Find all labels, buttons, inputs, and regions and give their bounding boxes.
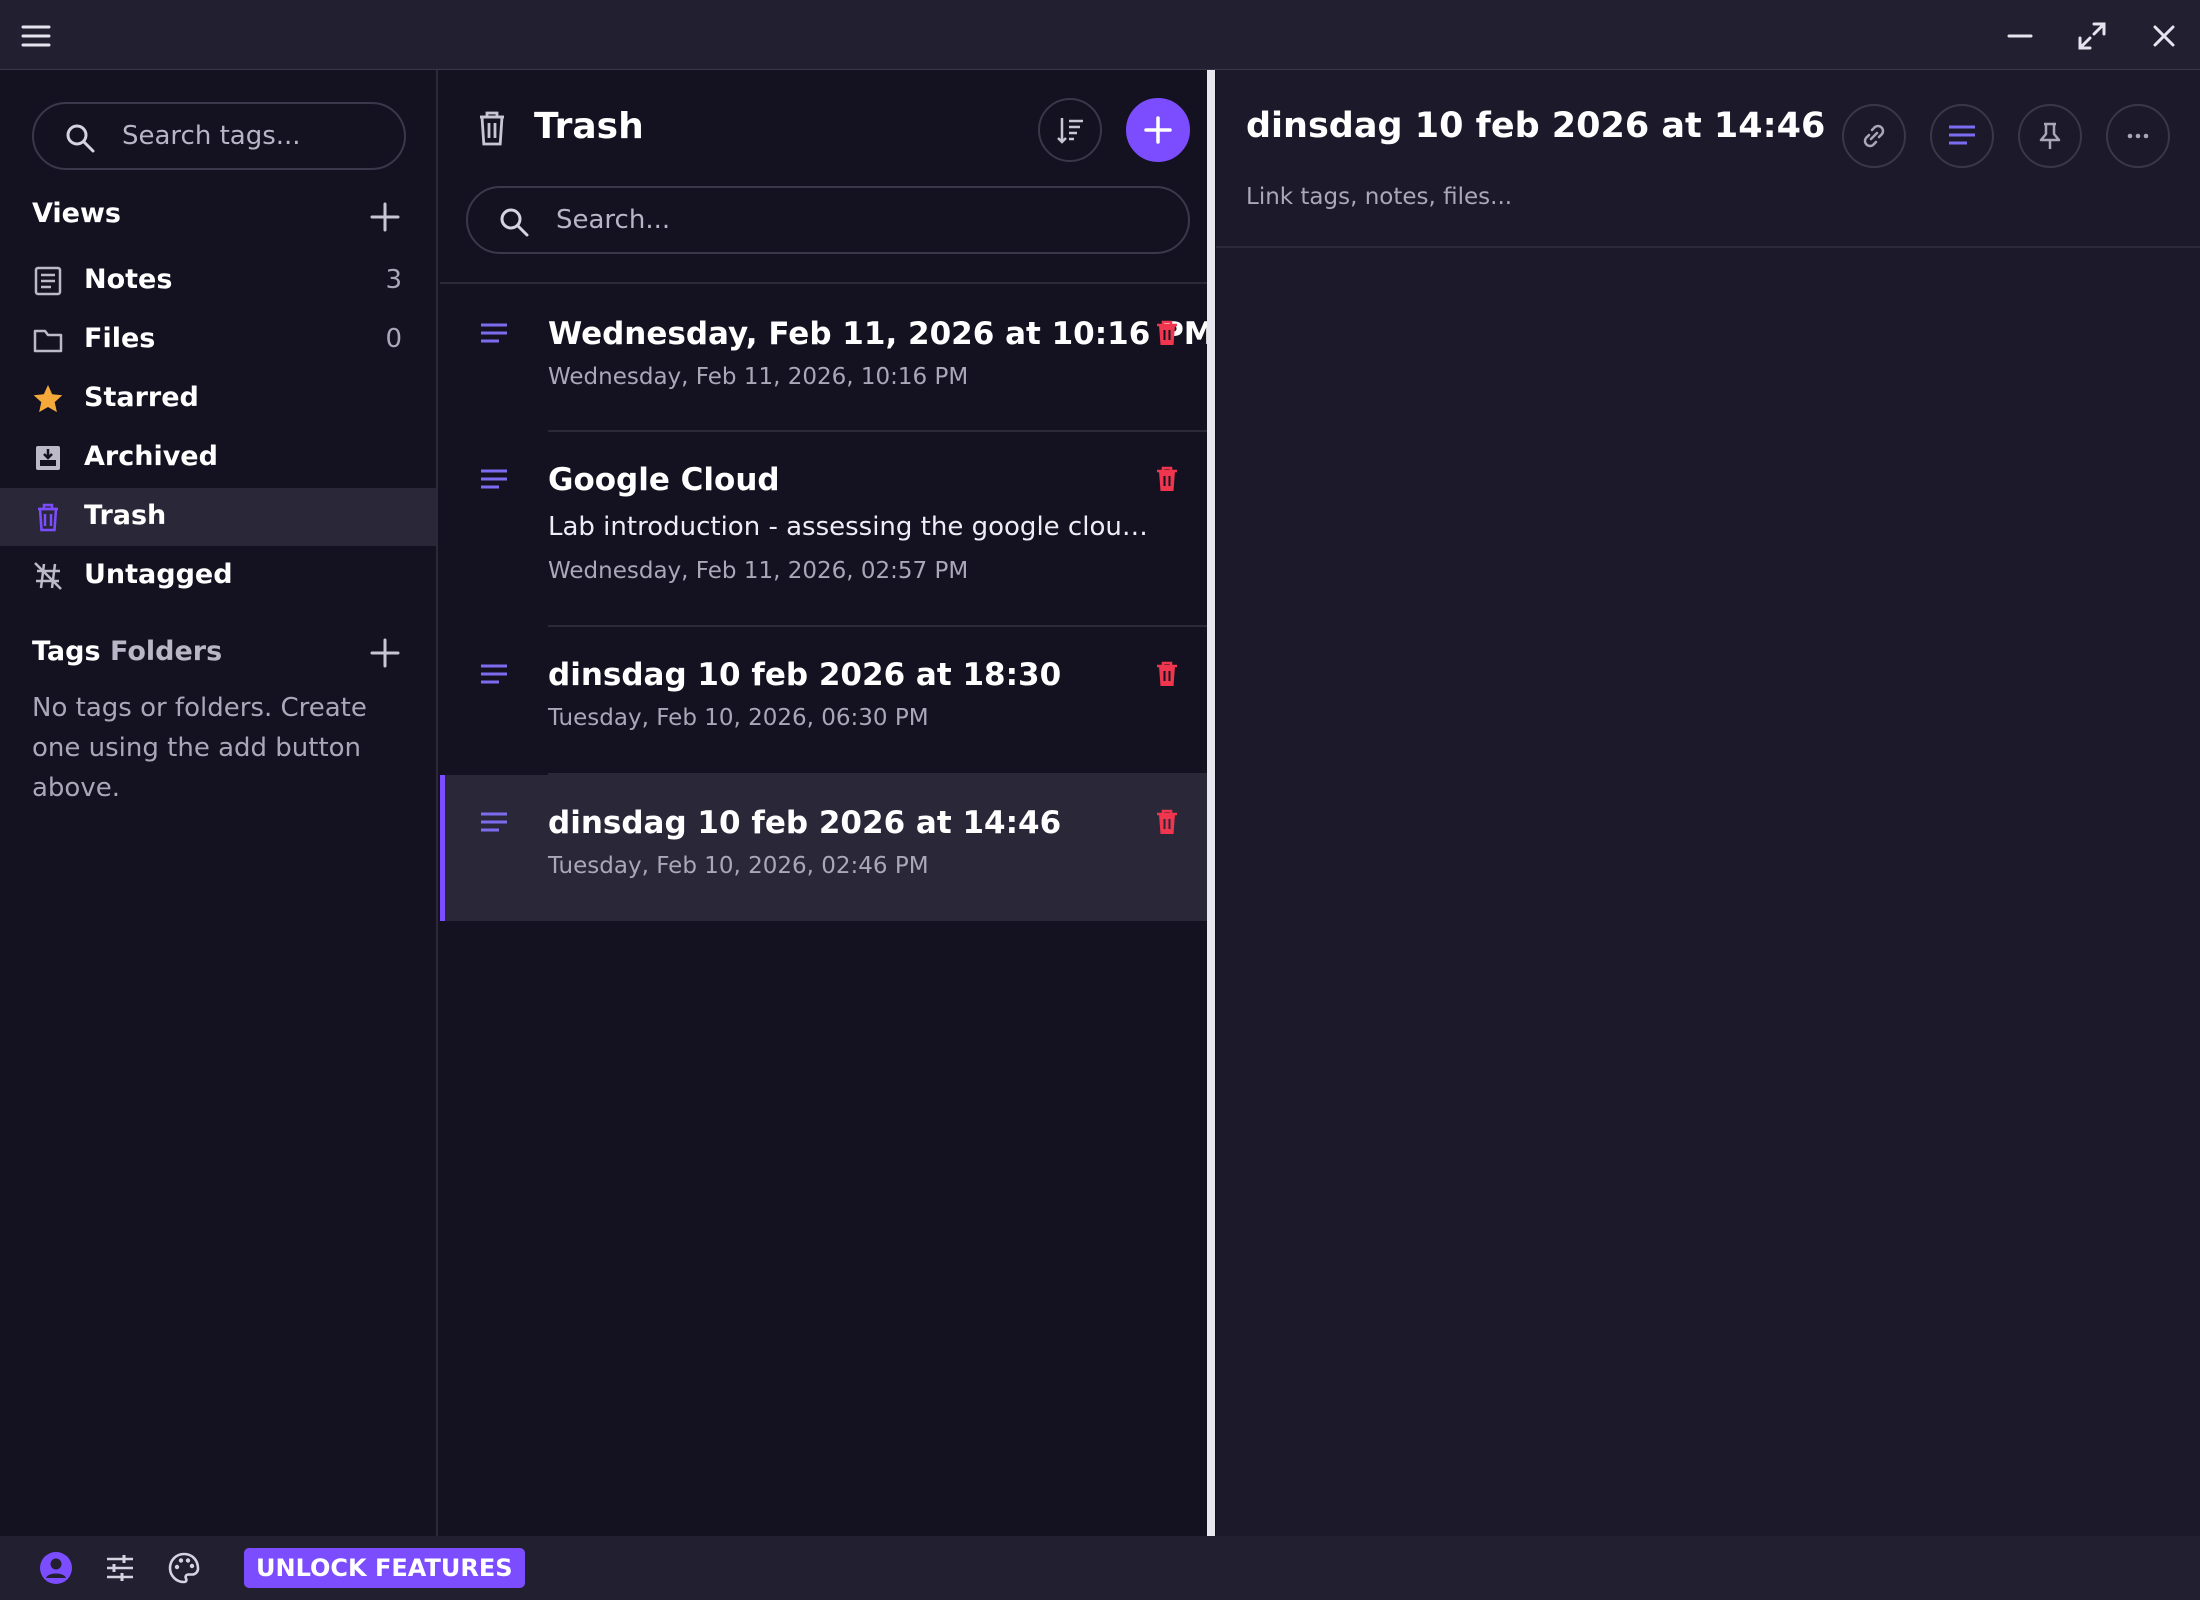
note-item-selected[interactable]: dinsdag 10 feb 2026 at 14:46 Tuesday, Fe… [440, 775, 1208, 921]
sidebar-item-label: Notes [84, 264, 173, 295]
link-icon [1863, 124, 1885, 148]
sidebar-item-archived[interactable]: Archived [0, 429, 436, 487]
note-date: Tuesday, Feb 10, 2026, 06:30 PM [548, 705, 929, 731]
pin-button[interactable] [2018, 104, 2082, 168]
search-icon [62, 120, 98, 156]
note-date: Wednesday, Feb 11, 2026, 02:57 PM [548, 558, 969, 584]
sort-button[interactable] [1038, 98, 1102, 162]
notes-search-box[interactable] [466, 186, 1190, 254]
add-view-button[interactable] [368, 200, 402, 234]
panel-resize-handle[interactable] [1207, 70, 1215, 1536]
close-icon[interactable] [2146, 18, 2182, 54]
sidebar-item-label: Archived [84, 441, 218, 472]
note-type-icon [1949, 125, 1975, 145]
minimize-icon[interactable] [2002, 18, 2038, 54]
files-count: 0 [385, 324, 402, 354]
plus-icon [370, 202, 400, 232]
add-tag-button[interactable] [368, 636, 402, 670]
sort-icon [1057, 118, 1083, 144]
plain-note-icon [478, 464, 510, 496]
sidebar-item-files[interactable]: Files 0 [0, 311, 436, 369]
archive-icon [32, 442, 64, 474]
note-title: dinsdag 10 feb 2026 at 18:30 [548, 657, 1062, 693]
more-options-button[interactable] [2106, 104, 2170, 168]
star-icon [32, 383, 64, 415]
theme-palette-icon[interactable] [166, 1550, 202, 1586]
tag-search-box[interactable] [32, 102, 406, 170]
sidebar-item-label: Files [84, 323, 156, 354]
trash-icon [474, 108, 510, 148]
sidebar-item-label: Starred [84, 382, 199, 413]
sidebar-item-starred[interactable]: Starred [0, 370, 436, 428]
preferences-icon[interactable] [102, 1550, 138, 1586]
views-heading: Views [32, 198, 122, 229]
note-title: Google Cloud [548, 462, 780, 498]
delete-note-icon[interactable] [1152, 807, 1182, 837]
notes-list-panel: Trash Wednesday, Feb 11, 2026 at 10:16 P… [440, 70, 1215, 1536]
delete-note-icon[interactable] [1152, 318, 1182, 348]
status-bar: UNLOCK FEATURES [0, 1536, 2200, 1600]
notes-icon [32, 265, 64, 297]
note-title: Wednesday, Feb 11, 2026 at 10:16 PM [548, 316, 1215, 352]
tags-folders-heading: Tags Folders [32, 636, 222, 667]
link-tags-field[interactable]: Link tags, notes, files... [1246, 184, 1512, 210]
plain-note-icon [478, 659, 510, 691]
note-title-input[interactable]: dinsdag 10 feb 2026 at 14:46 [1246, 106, 1825, 146]
tags-heading[interactable]: Tags [32, 636, 101, 667]
sidebar: Views Notes 3 Files 0 Starred Archived [0, 70, 438, 1536]
note-item[interactable]: Wednesday, Feb 11, 2026 at 10:16 PM Wedn… [440, 284, 1215, 430]
notes-search-input[interactable] [556, 200, 1156, 240]
plus-icon [1144, 116, 1172, 144]
folders-heading[interactable]: Folders [110, 636, 222, 667]
divider [1216, 246, 2200, 248]
note-date: Wednesday, Feb 11, 2026, 10:16 PM [548, 364, 969, 390]
add-note-button[interactable] [1126, 98, 1190, 162]
maximize-icon[interactable] [2074, 18, 2110, 54]
notes-count: 3 [385, 265, 402, 295]
trash-icon [32, 501, 64, 533]
sidebar-item-label: Trash [84, 500, 167, 531]
untagged-icon [32, 560, 64, 592]
note-item[interactable]: dinsdag 10 feb 2026 at 18:30 Tuesday, Fe… [440, 627, 1208, 773]
plus-icon [370, 638, 400, 668]
search-icon [496, 204, 532, 240]
note-date: Tuesday, Feb 10, 2026, 02:46 PM [548, 853, 929, 879]
sidebar-item-notes[interactable]: Notes 3 [0, 252, 436, 310]
sidebar-item-untagged[interactable]: Untagged [0, 547, 436, 605]
delete-note-icon[interactable] [1152, 464, 1182, 494]
sidebar-item-label: Untagged [84, 559, 233, 590]
link-button[interactable] [1842, 104, 1906, 168]
note-type-button[interactable] [1930, 104, 1994, 168]
list-title: Trash [534, 106, 644, 147]
account-icon[interactable] [38, 1550, 74, 1586]
folder-icon [32, 324, 64, 356]
pin-icon [2039, 122, 2061, 149]
tag-search-input[interactable] [122, 116, 392, 156]
title-bar [0, 0, 2200, 70]
hamburger-menu-icon[interactable] [18, 18, 54, 54]
empty-tags-message: No tags or folders. Create one using the… [32, 693, 367, 803]
delete-note-icon[interactable] [1152, 659, 1182, 689]
unlock-features-button[interactable]: UNLOCK FEATURES [244, 1548, 525, 1588]
more-icon [2127, 133, 2149, 139]
note-title: dinsdag 10 feb 2026 at 14:46 [548, 805, 1062, 841]
plain-note-icon [478, 807, 510, 839]
note-editor: dinsdag 10 feb 2026 at 14:46 Link tags, … [1216, 70, 2200, 1536]
note-item[interactable]: Google Cloud Lab introduction - assessin… [440, 432, 1208, 625]
sidebar-item-trash[interactable]: Trash [0, 488, 436, 546]
plain-note-icon [478, 318, 510, 350]
note-preview: Lab introduction - assessing the google … [548, 512, 1148, 542]
